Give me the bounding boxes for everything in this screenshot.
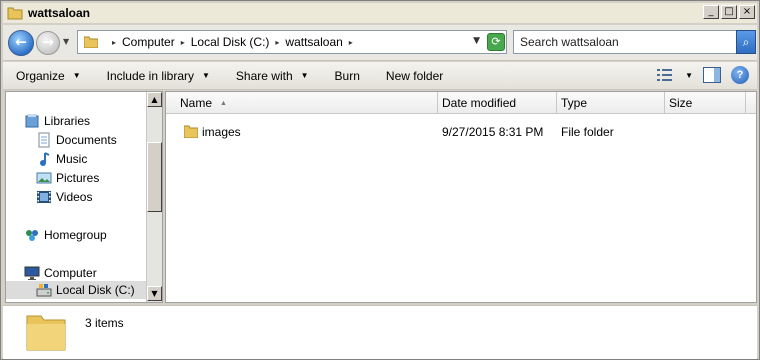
chevron-right-icon[interactable]: ▸ xyxy=(181,38,185,47)
forward-arrow-icon: → xyxy=(42,34,54,51)
sidebar-item-computer[interactable]: Computer xyxy=(24,264,97,282)
breadcrumb-local-disk[interactable]: Local Disk (C:) xyxy=(191,35,270,49)
sidebar-item-label: Libraries xyxy=(44,114,91,128)
hard-drive-icon xyxy=(36,282,52,298)
search-icon: ⌕ xyxy=(742,35,750,49)
breadcrumb: ▸ Computer ▸ Local Disk (C:) ▸ wattsaloa… xyxy=(106,35,359,49)
column-headers: Name ▲ Date modified Type Size xyxy=(166,92,756,114)
forward-button[interactable]: → xyxy=(36,31,60,55)
view-options-dropdown-icon[interactable]: ▼ xyxy=(685,71,693,80)
sidebar-item-label: Computer xyxy=(44,266,97,280)
sidebar-item-documents[interactable]: Documents xyxy=(36,131,117,149)
back-button[interactable]: ← xyxy=(8,30,34,56)
column-header-name[interactable]: Name ▲ xyxy=(166,92,438,114)
search-button[interactable]: ⌕ xyxy=(736,30,756,54)
sidebar-item-label: Videos xyxy=(56,190,93,204)
sidebar-item-label: Local Disk (C:) xyxy=(56,283,135,297)
music-icon xyxy=(36,151,52,167)
breadcrumb-computer[interactable]: Computer xyxy=(122,35,175,49)
maximize-button[interactable]: □ xyxy=(721,5,737,19)
address-row: ← → ▼ ▸ Computer ▸ Local Disk (C:) ▸ wat… xyxy=(3,25,757,61)
minimize-button[interactable]: _ xyxy=(703,5,719,19)
scroll-thumb[interactable] xyxy=(147,142,162,212)
chevron-right-icon[interactable]: ▸ xyxy=(112,38,116,47)
chevron-down-icon: ▼ xyxy=(300,71,309,80)
organize-label: Organize xyxy=(16,68,65,83)
include-in-library-label: Include in library xyxy=(106,68,194,83)
file-type: File folder xyxy=(561,125,614,139)
sidebar-item-label: Documents xyxy=(56,133,117,147)
sidebar-item-homegroup[interactable]: Homegroup xyxy=(24,226,107,244)
pictures-icon xyxy=(36,170,52,186)
sidebar-item-label: Homegroup xyxy=(44,228,107,242)
sort-ascending-icon: ▲ xyxy=(220,99,227,107)
navigation-pane: Libraries Documents Music Pictures Video… xyxy=(5,91,163,303)
chevron-down-icon: ▼ xyxy=(202,71,210,80)
column-header-date-modified[interactable]: Date modified xyxy=(438,92,557,114)
search-input[interactable]: Search wattsaloan xyxy=(513,30,737,54)
column-header-size[interactable]: Size xyxy=(665,92,746,114)
chevron-right-icon[interactable]: ▸ xyxy=(275,38,279,47)
file-name: images xyxy=(202,125,241,139)
change-view-icon[interactable] xyxy=(657,68,675,82)
file-list: Name ▲ Date modified Type Size images 9/2… xyxy=(165,91,757,303)
scroll-up-icon[interactable]: ▲ xyxy=(147,92,162,107)
sidebar-item-local-disk[interactable]: Local Disk (C:) xyxy=(6,281,146,299)
title-bar: wattsaloan _ □ × xyxy=(3,3,757,23)
column-name-label: Name xyxy=(180,96,213,110)
scroll-down-icon[interactable]: ▼ xyxy=(147,286,162,301)
preview-pane-icon[interactable] xyxy=(703,67,721,83)
window-title: wattsaloan xyxy=(28,6,91,20)
details-pane: 3 items xyxy=(3,305,757,359)
refresh-icon: ⟳ xyxy=(491,35,501,48)
address-bar[interactable]: ▸ Computer ▸ Local Disk (C:) ▸ wattsaloa… xyxy=(77,30,507,54)
folder-icon xyxy=(183,125,199,139)
file-date-modified: 9/27/2015 8:31 PM xyxy=(442,125,544,139)
sidebar-item-videos[interactable]: Videos xyxy=(36,188,92,206)
libraries-icon xyxy=(24,113,40,129)
command-bar: Organize ▼ Include in library ▼ Share with… xyxy=(3,62,757,90)
table-row[interactable]: images 9/27/2015 8:31 PM File folder xyxy=(166,122,756,142)
new-folder-button[interactable]: New folder xyxy=(373,69,456,83)
back-arrow-icon: ← xyxy=(15,34,27,51)
folder-icon xyxy=(23,310,69,354)
explorer-window: wattsaloan _ □ × ← → ▼ ▸ Computer ▸ Loca… xyxy=(0,0,760,360)
sidebar-item-music[interactable]: Music xyxy=(36,150,87,168)
sidebar-item-libraries[interactable]: Libraries xyxy=(24,112,90,130)
share-with-menu[interactable]: Share with ▼ xyxy=(223,69,322,83)
folder-icon xyxy=(7,5,23,21)
refresh-button[interactable]: ⟳ xyxy=(487,33,505,51)
recent-pages-dropdown-icon[interactable]: ▼ xyxy=(63,37,69,46)
column-header-type[interactable]: Type xyxy=(557,92,665,114)
sidebar-item-label: Music xyxy=(56,152,88,166)
sidebar-item-label: Pictures xyxy=(56,171,100,185)
close-button[interactable]: × xyxy=(739,5,755,19)
videos-icon xyxy=(36,189,52,205)
burn-button[interactable]: Burn xyxy=(322,69,373,83)
help-icon[interactable]: ? xyxy=(731,66,749,84)
sidebar-item-pictures[interactable]: Pictures xyxy=(36,169,99,187)
include-in-library-menu[interactable]: Include in library ▼ xyxy=(94,69,223,83)
computer-icon xyxy=(24,265,40,281)
homegroup-icon xyxy=(24,227,40,243)
folder-icon xyxy=(83,36,99,49)
address-history-dropdown-icon[interactable]: ▼ xyxy=(473,36,480,46)
chevron-right-icon[interactable]: ▸ xyxy=(349,38,353,47)
organize-menu[interactable]: Organize ▼ xyxy=(3,69,94,83)
item-count: 3 items xyxy=(85,316,124,330)
navigation-scrollbar[interactable]: ▲ ▼ xyxy=(146,92,162,302)
chevron-down-icon: ▼ xyxy=(72,71,81,80)
documents-icon xyxy=(36,132,52,148)
breadcrumb-wattsaloan[interactable]: wattsaloan xyxy=(285,35,342,49)
share-with-label: Share with xyxy=(235,68,293,83)
